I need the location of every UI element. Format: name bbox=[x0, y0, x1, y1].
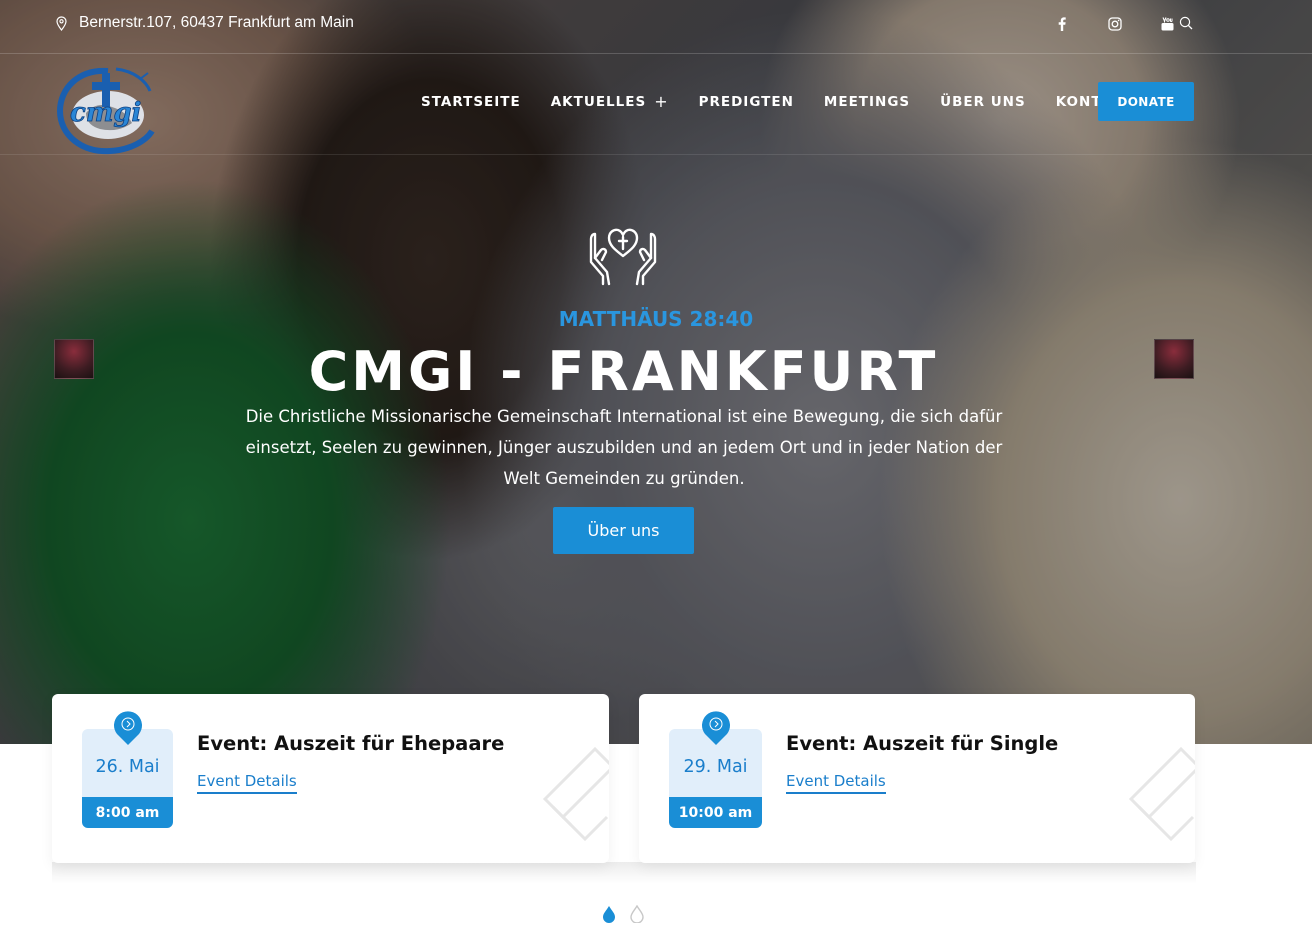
location-pin-icon bbox=[113, 710, 143, 750]
event-details-link[interactable]: Event Details bbox=[197, 772, 297, 794]
event-title: Event: Auszeit für Ehepaare bbox=[197, 732, 505, 755]
site-logo[interactable]: cmgi bbox=[56, 63, 156, 155]
instagram-icon[interactable] bbox=[1088, 14, 1141, 34]
nav-label: ÜBER UNS bbox=[940, 93, 1026, 110]
nav-label: STARTSEITE bbox=[421, 93, 521, 110]
nav-aktuelles[interactable]: AKTUELLES + bbox=[551, 92, 669, 111]
praying-hands-heart-icon bbox=[589, 226, 657, 290]
address: Bernerstr.107, 60437 Frankfurt am Main bbox=[56, 14, 354, 32]
slide-subtitle: MATTHÄUS 28:40 bbox=[558, 307, 754, 331]
pagination-dot-active[interactable] bbox=[601, 905, 617, 923]
slide-title: CMGI - FRANKFURT bbox=[308, 340, 939, 403]
location-pin-icon bbox=[701, 710, 731, 750]
event-details-link[interactable]: Event Details bbox=[786, 772, 886, 794]
pagination-dot[interactable] bbox=[629, 905, 645, 923]
top-bar: Bernerstr.107, 60437 Frankfurt am Main bbox=[0, 0, 1312, 54]
social-links bbox=[1035, 14, 1194, 34]
events-shadow bbox=[52, 862, 1196, 884]
nav-label: AKTUELLES bbox=[550, 93, 647, 110]
nav-ueber-uns[interactable]: ÜBER UNS bbox=[940, 92, 1026, 111]
nav-startseite[interactable]: STARTSEITE bbox=[421, 92, 521, 111]
nav-meetings[interactable]: MEETINGS bbox=[824, 92, 910, 111]
event-card[interactable]: 29. Mai 10:00 am Event: Auszeit für Sing… bbox=[639, 694, 1195, 863]
nav-label: MEETINGS bbox=[823, 93, 911, 110]
nav-label: PREDIGTEN bbox=[698, 93, 794, 110]
facebook-icon[interactable] bbox=[1035, 14, 1088, 34]
event-title: Event: Auszeit für Single bbox=[786, 732, 1059, 755]
decorative-brush-icon bbox=[535, 739, 609, 863]
event-time: 10:00 am bbox=[669, 797, 762, 828]
carousel-pagination bbox=[601, 905, 645, 923]
decorative-brush-icon bbox=[1121, 739, 1195, 863]
main-navbar: cmgi STARTSEITE AKTUELLES + PREDIGTEN MEE… bbox=[0, 55, 1312, 155]
event-time: 8:00 am bbox=[82, 797, 173, 828]
svg-text:cmgi: cmgi bbox=[70, 98, 141, 128]
event-card[interactable]: 26. Mai 8:00 am Event: Auszeit für Ehepa… bbox=[52, 694, 609, 863]
donate-button[interactable]: DONATE bbox=[1098, 82, 1194, 121]
slide-description: Die Christliche Missionarische Gemeinsch… bbox=[245, 407, 1003, 488]
main-nav: STARTSEITE AKTUELLES + PREDIGTEN MEETINGS… bbox=[421, 92, 1164, 111]
map-pin-icon bbox=[56, 15, 67, 31]
search-icon[interactable] bbox=[1179, 15, 1193, 34]
plus-icon: + bbox=[654, 92, 669, 111]
nav-predigten[interactable]: PREDIGTEN bbox=[699, 92, 794, 111]
address-text: Bernerstr.107, 60437 Frankfurt am Main bbox=[79, 14, 354, 31]
about-us-button[interactable]: Über uns bbox=[553, 507, 694, 554]
